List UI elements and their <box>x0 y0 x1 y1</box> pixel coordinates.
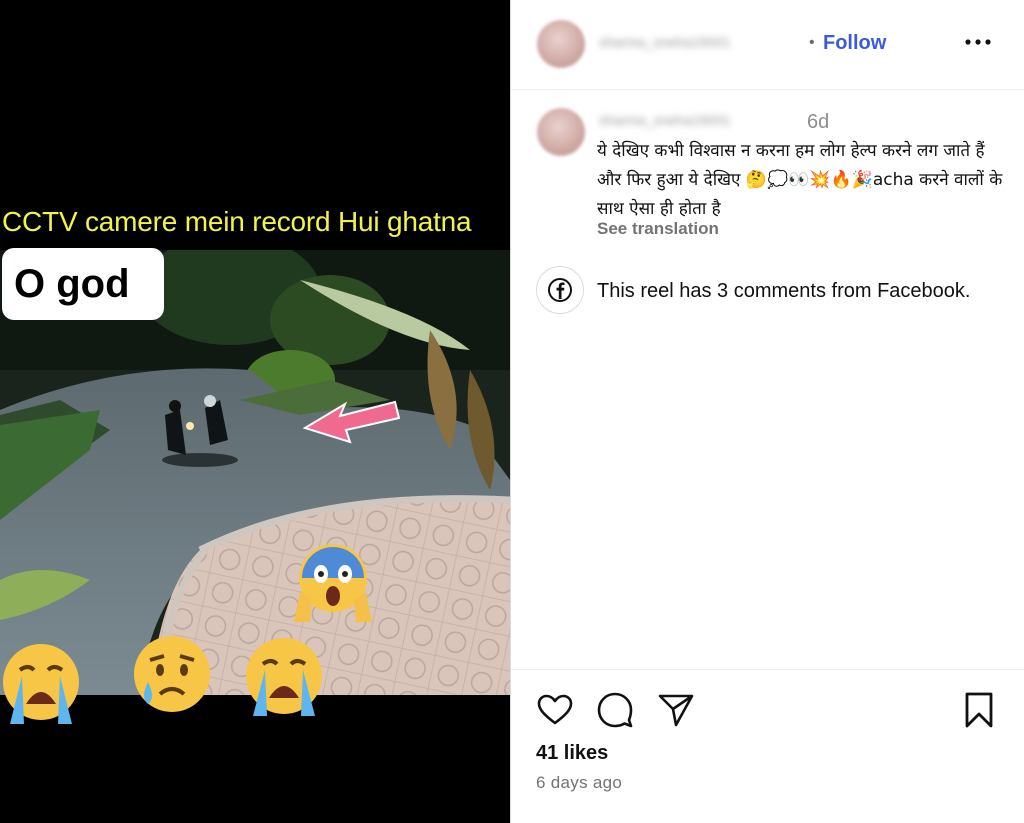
comment-icon[interactable] <box>595 690 635 730</box>
reel-video[interactable]: CCTV camere mein record Hui ghatna O god <box>0 0 510 823</box>
actions-divider <box>511 669 1024 670</box>
follow-button[interactable]: Follow <box>823 32 886 55</box>
likes-count[interactable]: 41 likes <box>536 742 608 765</box>
sad-relieved-face-emoji <box>134 636 210 712</box>
instagram-post: CCTV camere mein record Hui ghatna O god <box>0 0 1024 823</box>
video-caption-text: CCTV camere mein record Hui ghatna <box>2 206 472 237</box>
comment-time: 6d <box>807 111 830 133</box>
crying-face-emoji <box>3 644 79 724</box>
post-header: sharma_sneha19001 • Follow <box>511 0 1024 90</box>
video-sticker-text: O god <box>2 248 164 320</box>
see-translation-link[interactable]: See translation <box>597 219 719 239</box>
header-separator: • <box>809 34 815 51</box>
screaming-face-emoji <box>294 544 372 622</box>
author-avatar[interactable] <box>537 20 585 68</box>
heart-icon[interactable] <box>535 690 575 730</box>
bookmark-icon[interactable] <box>959 690 999 730</box>
crying-face-emoji <box>246 638 322 716</box>
post-caption-text: ये देखिए कभी विश्वास न करना हम लोग हेल्प… <box>597 141 1003 219</box>
author-username[interactable]: sharma_sneha19001 <box>599 34 731 50</box>
send-icon[interactable] <box>656 690 696 730</box>
post-details-panel: sharma_sneha19001 • Follow sharma_sneha1… <box>510 0 1024 823</box>
more-horizontal-icon[interactable] <box>963 30 993 54</box>
post-timestamp[interactable]: 6 days ago <box>536 773 622 793</box>
commenter-avatar[interactable] <box>537 108 585 156</box>
facebook-comments-note: This reel has 3 comments from Facebook. <box>597 280 971 302</box>
commenter-username[interactable]: sharma_sneha19001 <box>599 112 731 128</box>
facebook-icon <box>536 266 584 314</box>
